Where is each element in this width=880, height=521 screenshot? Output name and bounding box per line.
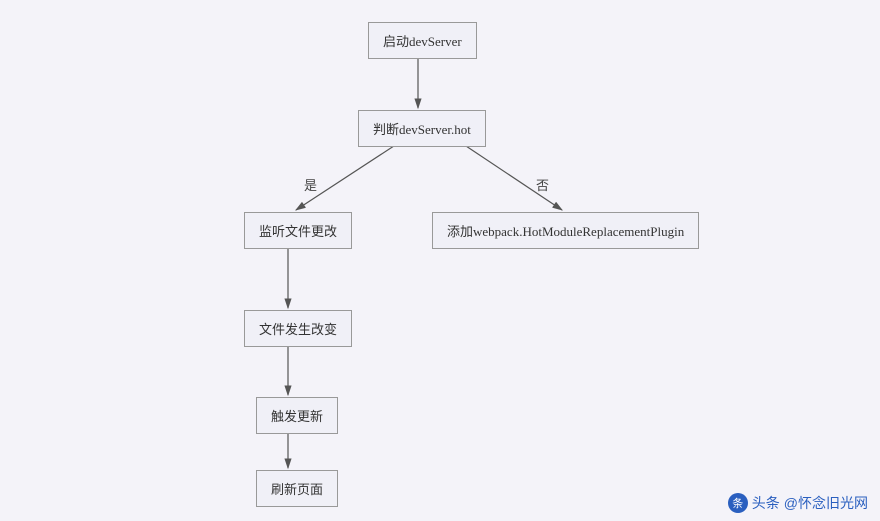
node-listen-label: 监听文件更改 xyxy=(259,224,337,239)
node-changed-label: 文件发生改变 xyxy=(259,322,337,337)
node-refresh-label: 刷新页面 xyxy=(271,482,323,497)
node-trigger-label: 触发更新 xyxy=(271,409,323,424)
node-changed: 文件发生改变 xyxy=(244,310,352,347)
watermark: 条 头条 @怀念旧光网 xyxy=(728,493,868,513)
node-plugin: 添加webpack.HotModuleReplacementPlugin xyxy=(432,212,699,249)
node-plugin-label: 添加webpack.HotModuleReplacementPlugin xyxy=(447,224,684,239)
watermark-text: @怀念旧光网 xyxy=(784,493,868,513)
node-start: 启动devServer xyxy=(368,22,477,59)
edge-label-yes: 是 xyxy=(304,175,317,194)
node-check: 判断devServer.hot xyxy=(358,110,486,147)
node-listen: 监听文件更改 xyxy=(244,212,352,249)
watermark-icon: 条 xyxy=(728,493,748,513)
connector-layer xyxy=(0,0,880,521)
node-check-label: 判断devServer.hot xyxy=(373,122,471,137)
edge-label-no: 否 xyxy=(536,175,549,194)
watermark-prefix: 头条 xyxy=(752,493,780,513)
node-trigger: 触发更新 xyxy=(256,397,338,434)
node-refresh: 刷新页面 xyxy=(256,470,338,507)
node-start-label: 启动devServer xyxy=(383,34,462,49)
